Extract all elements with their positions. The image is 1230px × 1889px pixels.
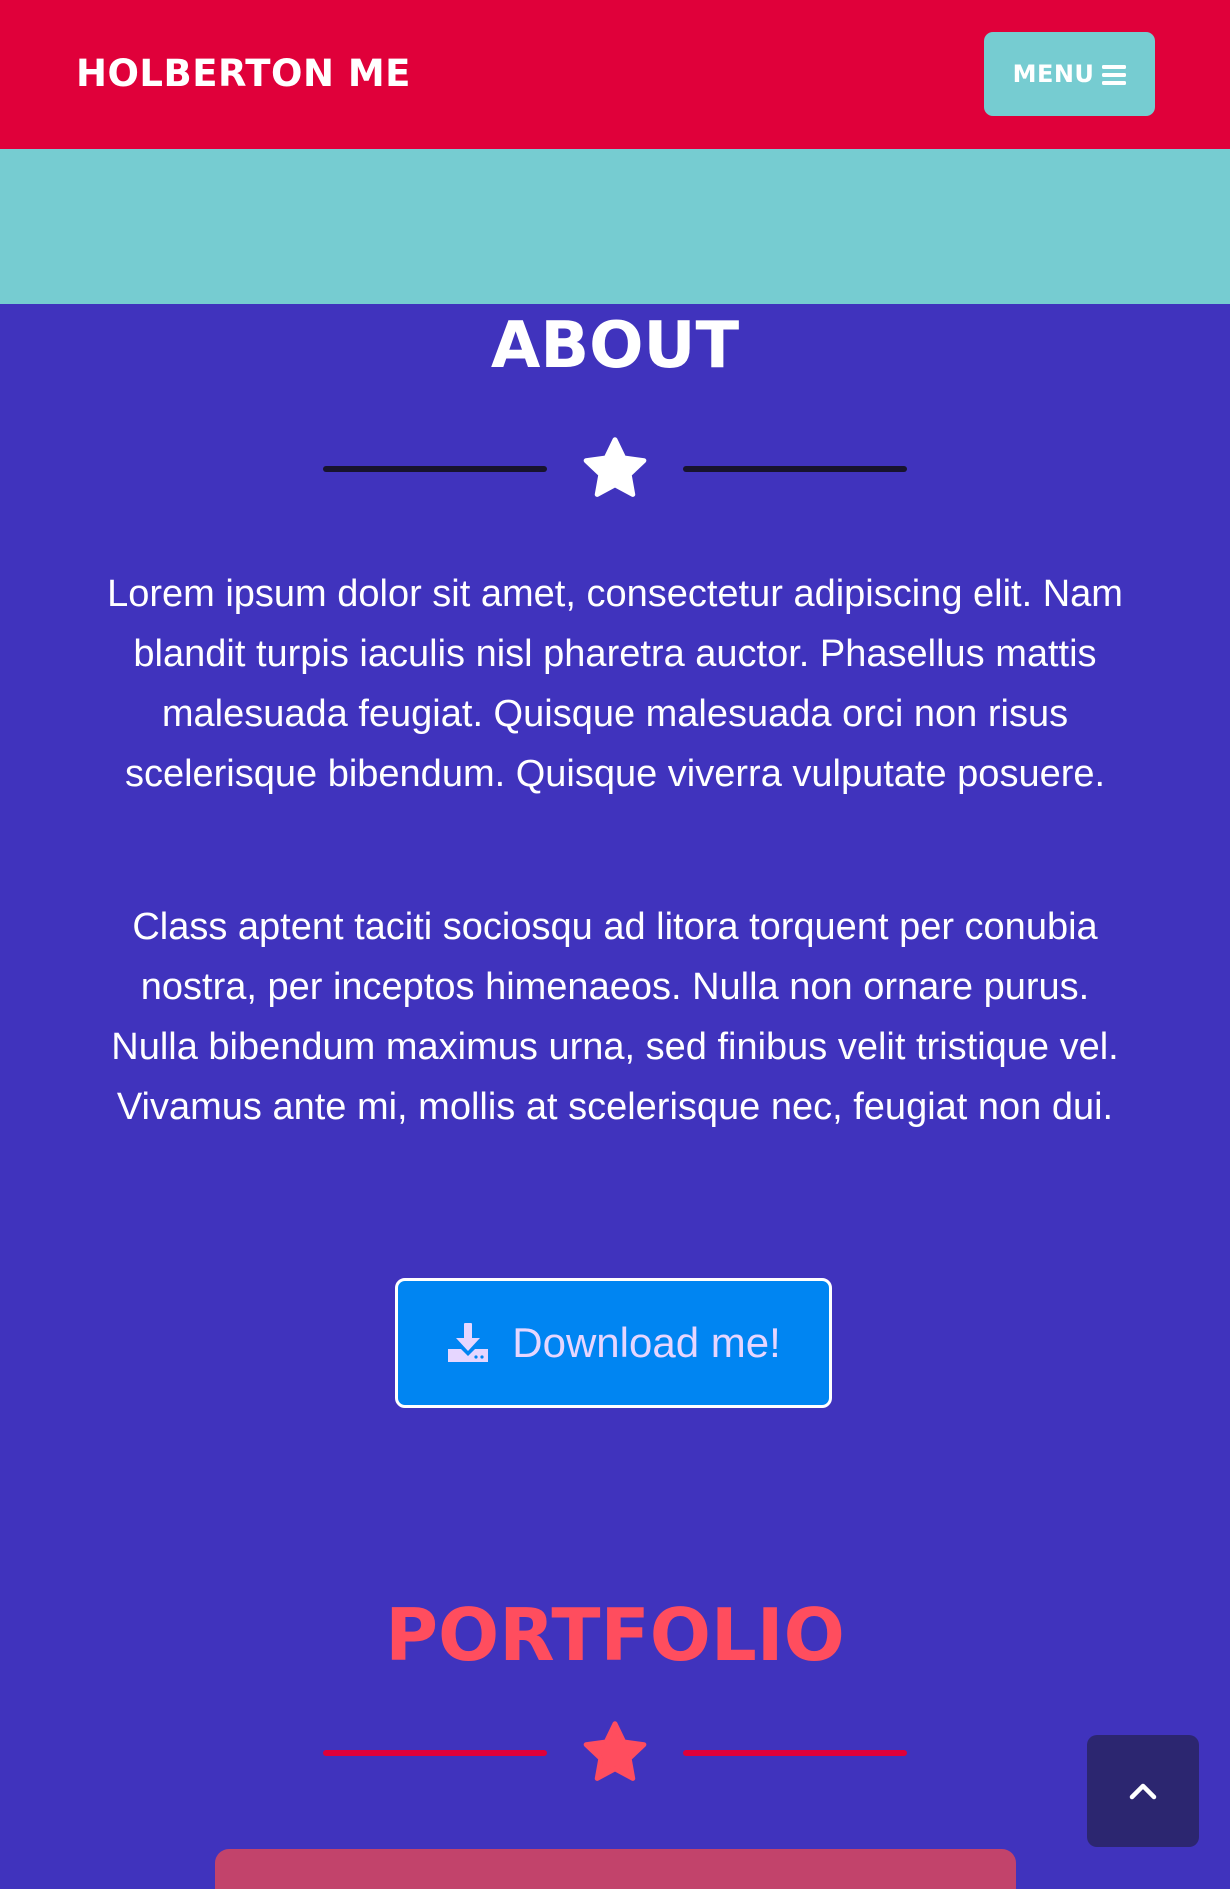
download-label: Download me!: [512, 1319, 781, 1366]
about-divider: [0, 433, 1230, 505]
divider-line-right: [683, 466, 907, 472]
menu-button[interactable]: MENU: [984, 32, 1155, 116]
divider-line-left: [323, 1750, 547, 1756]
download-button[interactable]: Download me!: [395, 1278, 832, 1408]
menu-label: MENU: [1012, 60, 1095, 88]
portfolio-card[interactable]: [215, 1849, 1016, 1889]
bars-icon: [1102, 64, 1127, 86]
divider-line-left: [323, 466, 547, 472]
navbar: HOLBERTON ME MENU: [0, 0, 1230, 149]
divider-line-right: [683, 1750, 907, 1756]
portfolio-title: PORTFOLIO: [385, 1593, 845, 1677]
star-icon: [583, 1721, 647, 1781]
about-paragraph-1: Lorem ipsum dolor sit amet, consectetur …: [107, 573, 1123, 795]
hero-band: [0, 149, 1230, 304]
star-icon: [583, 437, 647, 497]
about-title: ABOUT: [490, 309, 740, 383]
portfolio-divider: [0, 1717, 1230, 1789]
brand-logo-link[interactable]: HOLBERTON ME: [76, 50, 411, 98]
chevron-up-icon: [1129, 1783, 1157, 1800]
download-icon: [448, 1323, 489, 1362]
about-paragraph-2: Class aptent taciti sociosqu ad litora t…: [111, 906, 1119, 1128]
scroll-to-top-button[interactable]: [1087, 1735, 1199, 1847]
